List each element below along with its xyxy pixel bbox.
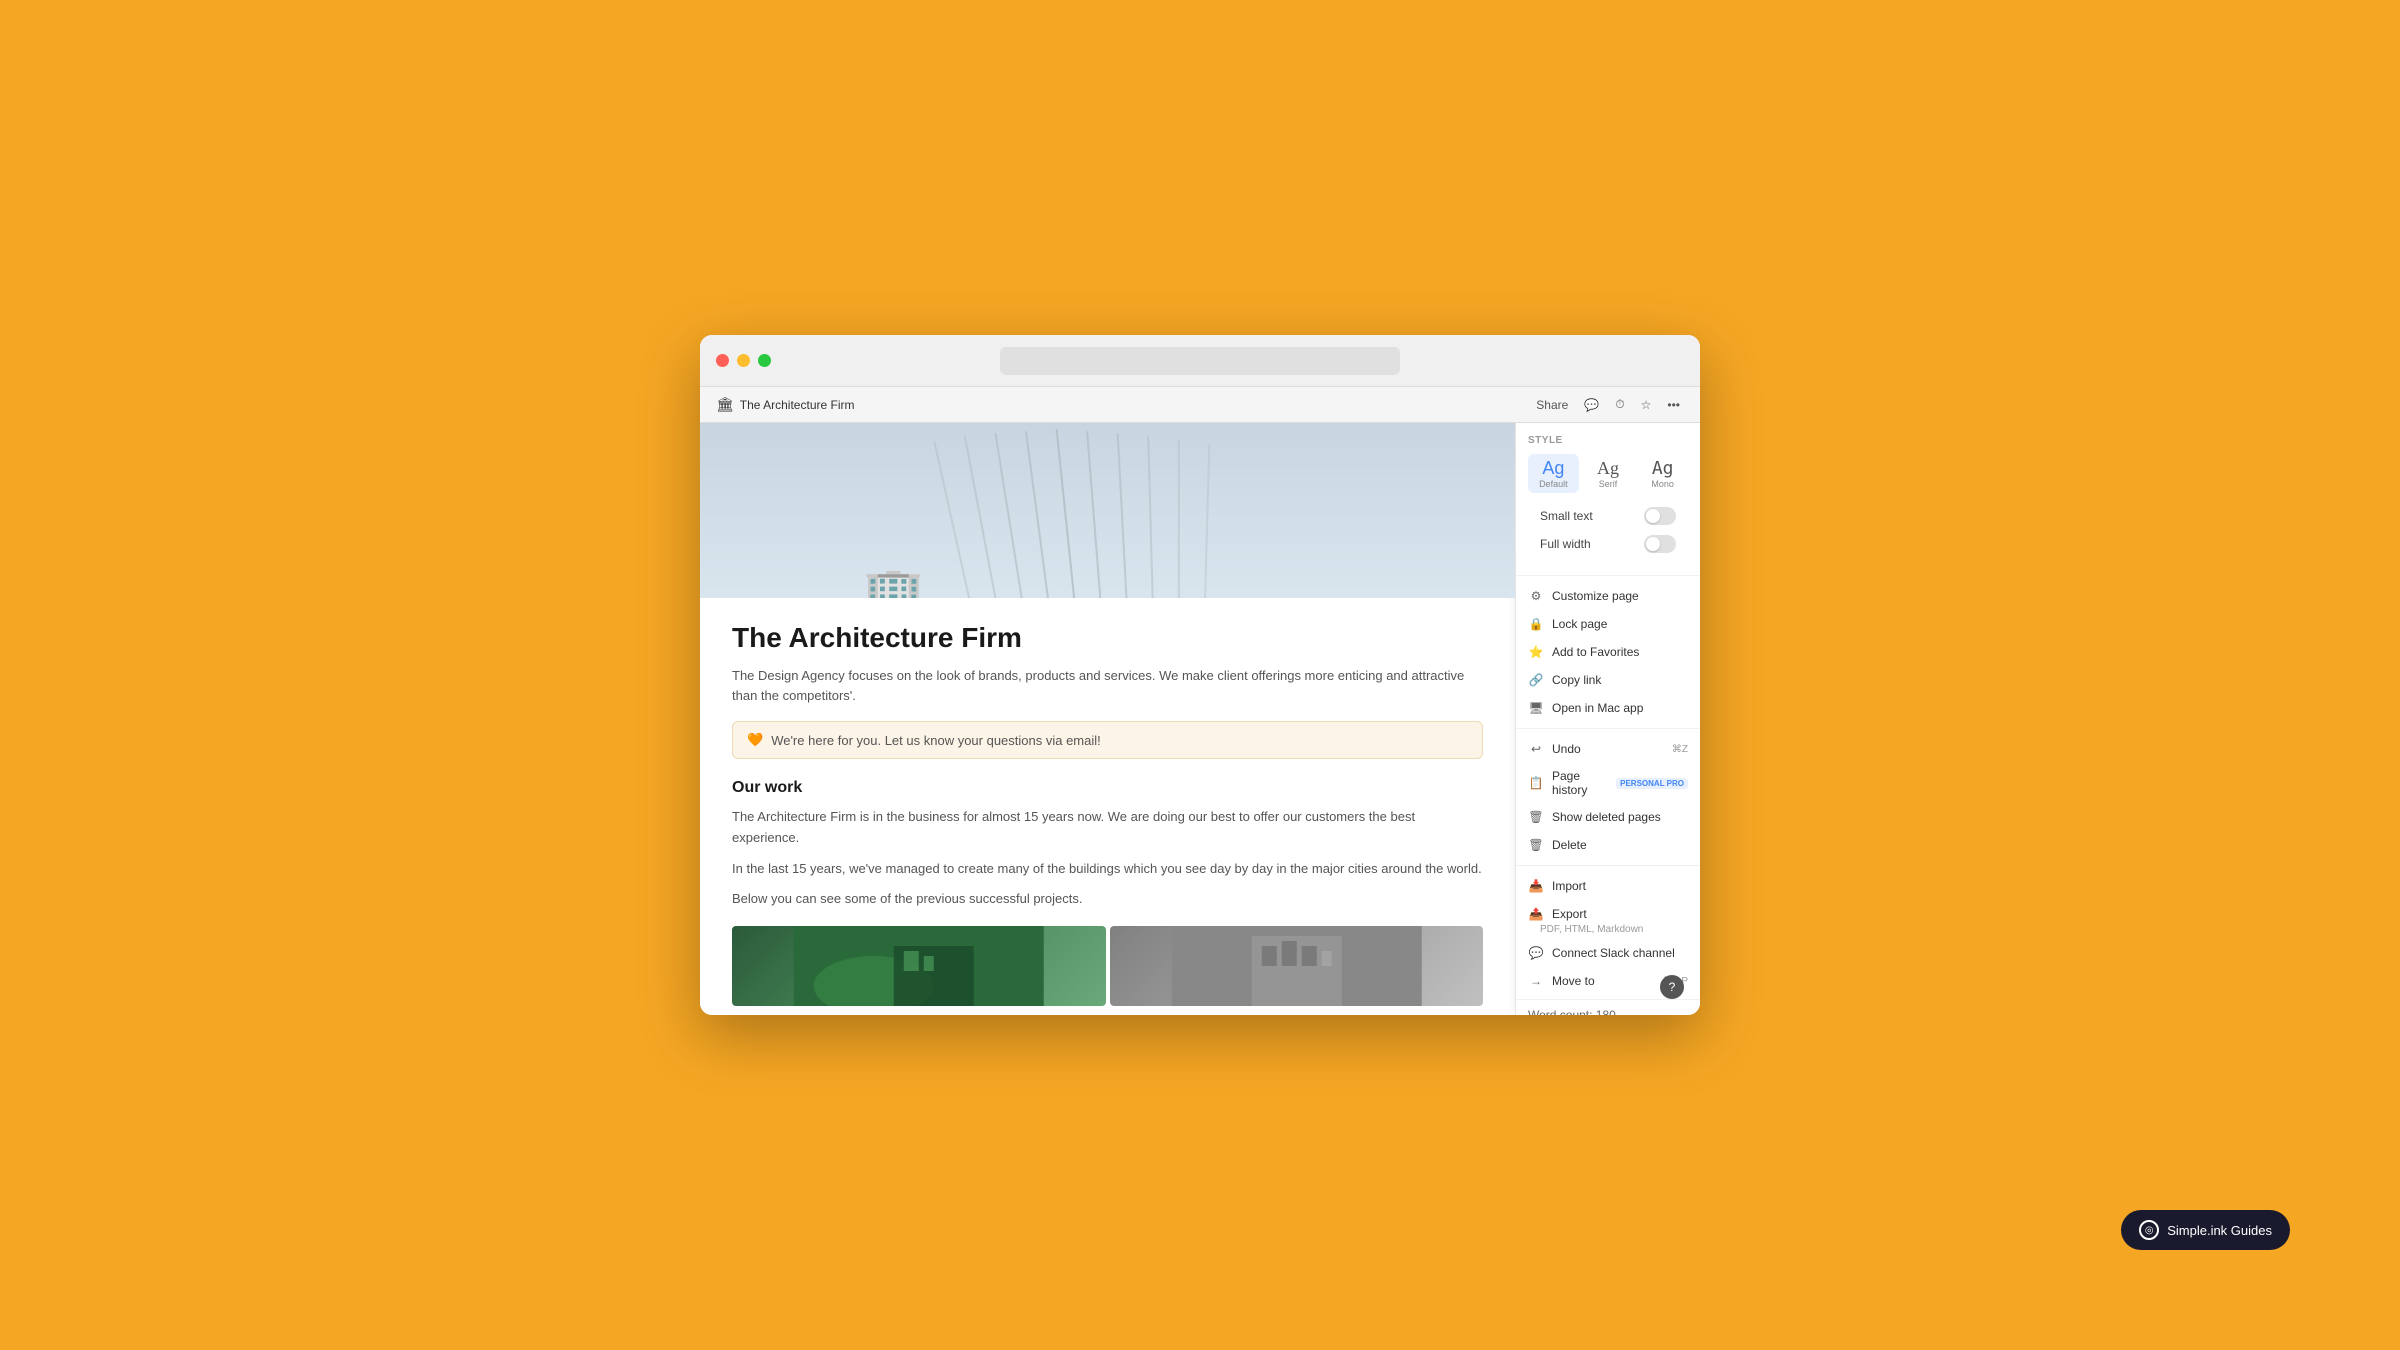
- history-icon[interactable]: ⏱: [1611, 395, 1628, 414]
- comment-icon[interactable]: 💬: [1580, 396, 1603, 414]
- divider-3: [1516, 865, 1700, 866]
- open-mac-label: Open in Mac app: [1552, 701, 1688, 715]
- main-content: 🏢 The Architecture Firm The Design Agenc…: [700, 423, 1515, 1015]
- deleted-label: Show deleted pages: [1552, 810, 1688, 824]
- import-label: Import: [1552, 879, 1688, 893]
- slack-label: Connect Slack channel: [1552, 946, 1688, 960]
- export-sub: PDF, HTML, Markdown: [1516, 924, 1700, 937]
- share-button[interactable]: Share: [1532, 396, 1572, 414]
- tab-bar: 🏛 The Architecture Firm Share 💬 ⏱ ☆ •••: [700, 387, 1700, 423]
- lock-page-item[interactable]: 🔒 Lock page: [1516, 610, 1700, 638]
- open-mac-item[interactable]: 🖥 Open in Mac app: [1516, 694, 1700, 722]
- slack-icon: 💬: [1528, 945, 1544, 961]
- section-title: Our work: [732, 779, 1483, 797]
- full-width-toggle[interactable]: [1644, 535, 1676, 553]
- right-panel: STYLE Ag Default Ag Serif Ag Mono: [1515, 423, 1700, 1015]
- add-favorites-item[interactable]: ⭐ Add to Favorites: [1516, 638, 1700, 666]
- favorites-label: Add to Favorites: [1552, 645, 1688, 659]
- word-count: Word count: 180: [1528, 1008, 1688, 1015]
- history-label: Page history: [1552, 769, 1608, 797]
- close-button[interactable]: [716, 354, 729, 367]
- move-icon: →: [1528, 973, 1544, 989]
- copy-link-label: Copy link: [1552, 673, 1688, 687]
- lock-icon: 🔒: [1528, 616, 1544, 632]
- import-icon: 📥: [1528, 878, 1544, 894]
- font-options: Ag Default Ag Serif Ag Mono: [1528, 454, 1688, 493]
- customize-label: Customize page: [1552, 589, 1688, 603]
- undo-icon: ↩: [1528, 741, 1544, 757]
- delete-label: Delete: [1552, 838, 1688, 852]
- favorites-icon: ⭐: [1528, 644, 1544, 660]
- small-text-toggle-row: Small text: [1528, 503, 1688, 529]
- project-image-left: [732, 926, 1106, 1006]
- more-icon[interactable]: •••: [1663, 396, 1684, 414]
- simpleink-icon: ◎: [2139, 1220, 2159, 1240]
- address-bar[interactable]: [1000, 347, 1400, 375]
- style-label: STYLE: [1528, 435, 1688, 446]
- title-bar: [700, 335, 1700, 387]
- slack-item[interactable]: 💬 Connect Slack channel: [1516, 939, 1700, 967]
- deleted-icon: 🗑: [1528, 809, 1544, 825]
- style-section: STYLE Ag Default Ag Serif Ag Mono: [1516, 435, 1700, 569]
- font-default[interactable]: Ag Default: [1528, 454, 1579, 493]
- maximize-button[interactable]: [758, 354, 771, 367]
- delete-icon: 🗑: [1528, 837, 1544, 853]
- help-button[interactable]: ?: [1660, 975, 1684, 999]
- hero-banner: 🏢: [700, 423, 1515, 598]
- export-icon: 📤: [1528, 906, 1544, 922]
- section-text-2: In the last 15 years, we've managed to c…: [732, 859, 1483, 880]
- customize-page-item[interactable]: ⚙ Customize page: [1516, 582, 1700, 610]
- star-icon[interactable]: ☆: [1637, 396, 1656, 414]
- link-icon: 🔗: [1528, 672, 1544, 688]
- info-message: We're here for you. Let us know your que…: [771, 733, 1101, 748]
- small-text-label: Small text: [1540, 509, 1593, 523]
- font-serif[interactable]: Ag Serif: [1583, 454, 1634, 493]
- export-label: Export: [1552, 907, 1688, 921]
- customize-icon: ⚙: [1528, 588, 1544, 604]
- section-text-1: The Architecture Firm is in the business…: [732, 807, 1483, 849]
- history-icon: 📋: [1528, 775, 1544, 791]
- bottom-images: [732, 926, 1483, 1006]
- page-content: The Architecture Firm The Design Agency …: [700, 598, 1515, 1015]
- page-title: The Architecture Firm: [732, 622, 1483, 654]
- full-width-toggle-row: Full width: [1528, 531, 1688, 557]
- history-badge: PERSONAL PRO: [1616, 778, 1688, 789]
- divider-2: [1516, 728, 1700, 729]
- lock-label: Lock page: [1552, 617, 1688, 631]
- undo-shortcut: ⌘Z: [1672, 744, 1688, 755]
- page-description: The Design Agency focuses on the look of…: [732, 666, 1483, 705]
- tab-item[interactable]: 🏛 The Architecture Firm: [716, 396, 854, 413]
- import-item[interactable]: 📥 Import: [1516, 872, 1700, 900]
- show-deleted-item[interactable]: 🗑 Show deleted pages: [1516, 803, 1700, 831]
- traffic-lights: [716, 354, 771, 367]
- divider-1: [1516, 575, 1700, 576]
- arch-decoration: 🏢: [700, 423, 1515, 598]
- small-text-toggle[interactable]: [1644, 507, 1676, 525]
- svg-text:🏢: 🏢: [863, 567, 924, 598]
- browser-window: 🏛 The Architecture Firm Share 💬 ⏱ ☆ •••: [700, 335, 1700, 1015]
- full-width-label: Full width: [1540, 537, 1591, 551]
- content-area: 🏢 The Architecture Firm The Design Agenc…: [700, 423, 1700, 1015]
- page-history-item[interactable]: 📋 Page history PERSONAL PRO: [1516, 763, 1700, 803]
- project-image-right: [1110, 926, 1484, 1006]
- tab-actions: Share 💬 ⏱ ☆ •••: [1532, 395, 1684, 414]
- simpleink-label: Simple.ink Guides: [2167, 1223, 2272, 1238]
- footer-section: Word count: 180 Last edited by Ch David …: [1516, 999, 1700, 1015]
- info-emoji: 🧡: [747, 732, 763, 748]
- undo-label: Undo: [1552, 742, 1664, 756]
- mac-icon: 🖥: [1528, 700, 1544, 716]
- font-mono[interactable]: Ag Mono: [1637, 454, 1688, 493]
- info-banner: 🧡 We're here for you. Let us know your q…: [732, 721, 1483, 759]
- delete-item[interactable]: 🗑 Delete: [1516, 831, 1700, 859]
- minimize-button[interactable]: [737, 354, 750, 367]
- undo-item[interactable]: ↩ Undo ⌘Z: [1516, 735, 1700, 763]
- section-text-3: Below you can see some of the previous s…: [732, 889, 1483, 910]
- page-icon: 🏛: [716, 396, 734, 413]
- move-label: Move to: [1552, 974, 1655, 988]
- simpleink-badge: ◎ Simple.ink Guides: [2121, 1210, 2290, 1250]
- copy-link-item[interactable]: 🔗 Copy link: [1516, 666, 1700, 694]
- tab-title: The Architecture Firm: [740, 398, 855, 412]
